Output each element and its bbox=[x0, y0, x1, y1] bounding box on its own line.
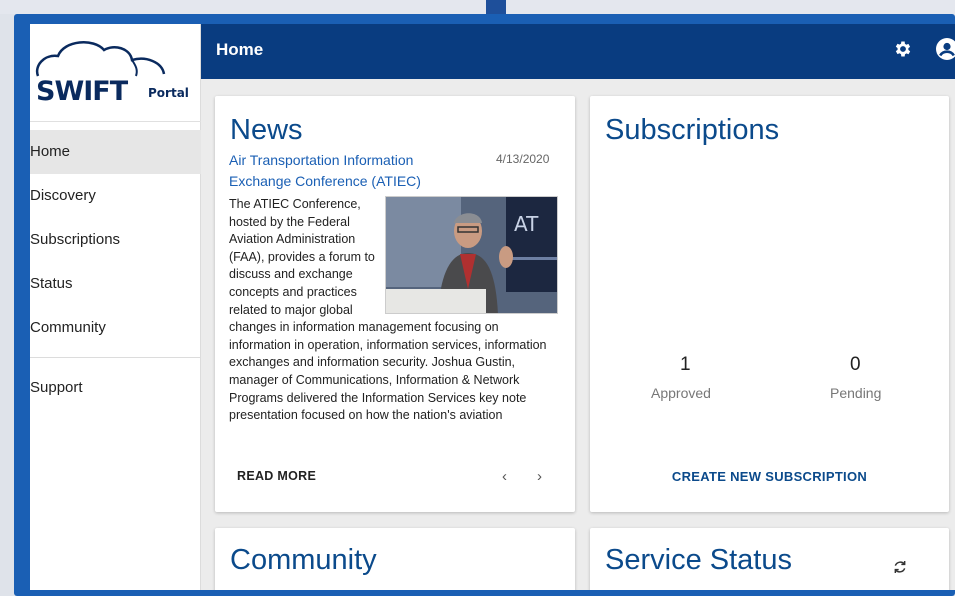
news-date: 4/13/2020 bbox=[496, 152, 550, 166]
sidebar-item-discovery[interactable]: Discovery bbox=[30, 174, 201, 218]
sidebar-item-home[interactable]: Home bbox=[30, 130, 201, 174]
previous-arrow-icon[interactable]: ‹ bbox=[502, 468, 507, 485]
news-title: News bbox=[230, 114, 303, 146]
pending-label: Pending bbox=[830, 385, 882, 401]
approved-label: Approved bbox=[651, 385, 711, 401]
refresh-icon[interactable] bbox=[892, 559, 908, 580]
logo-subtitle: Portal bbox=[148, 86, 189, 100]
sidebar-nav: Home Discovery Subscriptions Status Comm… bbox=[30, 130, 201, 410]
app-window: SWIFT Portal Home Discovery Subscription… bbox=[30, 24, 955, 590]
sidebar-item-status[interactable]: Status bbox=[30, 262, 201, 306]
sidebar-item-community[interactable]: Community bbox=[30, 306, 201, 350]
window-tab-marker bbox=[486, 0, 506, 14]
news-photo[interactable]: AT bbox=[385, 196, 558, 314]
sidebar: SWIFT Portal Home Discovery Subscription… bbox=[30, 24, 201, 590]
gear-icon[interactable] bbox=[893, 39, 913, 64]
sidebar-item-support[interactable]: Support bbox=[30, 366, 201, 410]
community-card: Community bbox=[215, 528, 575, 590]
create-new-subscription-button[interactable]: CREATE NEW SUBSCRIPTION bbox=[590, 469, 949, 484]
svg-text:AT: AT bbox=[514, 212, 539, 236]
news-card: News Air Transportation Information Exch… bbox=[215, 96, 575, 512]
app-header: Home bbox=[201, 24, 955, 79]
pending-count: 0 bbox=[850, 354, 861, 375]
account-circle-icon[interactable] bbox=[935, 37, 955, 66]
sidebar-item-subscriptions[interactable]: Subscriptions bbox=[30, 218, 201, 262]
swift-portal-logo[interactable]: SWIFT Portal bbox=[30, 24, 201, 122]
subscriptions-title: Subscriptions bbox=[605, 114, 780, 146]
background-strip bbox=[0, 0, 955, 14]
logo-wordmark: SWIFT bbox=[36, 76, 128, 107]
service-status-title: Service Status bbox=[605, 544, 792, 576]
text-fade-overlay bbox=[229, 426, 559, 452]
news-headline-link[interactable]: Air Transportation Information Exchange … bbox=[229, 150, 459, 192]
read-more-button[interactable]: READ MORE bbox=[237, 469, 316, 483]
approved-count: 1 bbox=[680, 354, 691, 375]
sidebar-divider bbox=[30, 357, 201, 358]
page-title: Home bbox=[216, 40, 264, 59]
speaker-photo-illustration: AT bbox=[386, 197, 557, 313]
subscriptions-card: Subscriptions 1 Approved 0 Pending CREAT… bbox=[590, 96, 949, 512]
service-status-card: Service Status bbox=[590, 528, 949, 590]
next-arrow-icon[interactable]: › bbox=[537, 468, 542, 485]
community-title: Community bbox=[230, 544, 377, 576]
